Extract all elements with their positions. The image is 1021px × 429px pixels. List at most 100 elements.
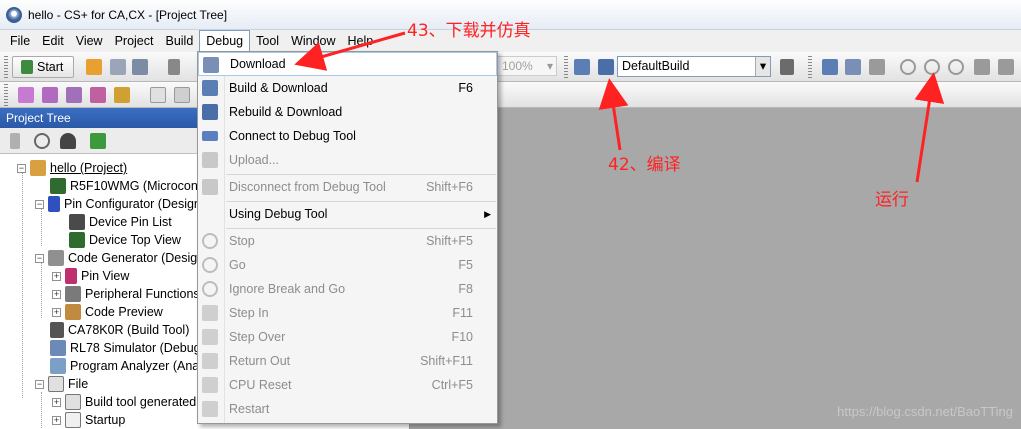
menu-file[interactable]: File [4,31,36,51]
tree-item-build-tool[interactable]: CA78K0R (Build Tool) [50,321,189,339]
toolbar-grip[interactable] [4,56,8,78]
menu-item-cpu-reset[interactable]: CPU Reset Ctrl+F5 [198,373,497,397]
menu-debug[interactable]: Debug [199,30,251,52]
menu-build[interactable]: Build [159,31,199,51]
menu-item-download[interactable]: Download [198,52,497,76]
menu-item-using-debug-tool[interactable]: Using Debug Tool ▶ [198,202,497,226]
open-icon[interactable] [86,59,102,75]
annotation-run: 运行 [875,190,909,210]
collapse-icon[interactable]: − [35,253,44,263]
tree-item-device-top-view[interactable]: Device Top View [69,231,181,249]
menu-item-step-over[interactable]: Step Over F10 [198,325,497,349]
stop-icon[interactable] [900,59,916,75]
menu-item-label: Return Out [229,354,291,368]
clock-icon[interactable] [34,133,50,149]
menu-project[interactable]: Project [109,31,160,51]
step-in-icon[interactable] [974,59,990,75]
design-tool-icon[interactable] [90,87,106,103]
menu-view[interactable]: View [70,31,109,51]
rebuild-project-icon[interactable] [598,59,614,75]
menu-item-shortcut: Shift+F6 [426,180,473,194]
build-tool-icon[interactable] [780,59,794,75]
save-all-icon[interactable] [132,59,148,75]
design-tool-icon[interactable] [42,87,58,103]
stop-icon [202,233,218,249]
menu-item-label: Step In [229,306,269,320]
rebuild-download-icon [202,104,218,120]
expand-icon[interactable]: + [52,271,61,281]
tree-line [22,170,23,398]
tree-item-peripheral-functions[interactable]: + Peripheral Functions [52,285,200,303]
expand-icon[interactable]: + [52,307,61,317]
menu-edit[interactable]: Edit [36,31,70,51]
menu-item-stop[interactable]: Stop Shift+F5 [198,229,497,253]
zoom-combo[interactable]: 100% [497,56,557,76]
build-download-icon[interactable] [822,59,838,75]
disconnect-icon [202,179,218,195]
tree-item-device-pin-list[interactable]: Device Pin List [69,213,172,231]
menu-item-connect-debug-tool[interactable]: Connect to Debug Tool [198,124,497,148]
go-icon [202,257,218,273]
design-tool-icon[interactable] [66,87,82,103]
cpu-reset-icon[interactable] [869,59,885,75]
comment-icon[interactable] [174,87,190,103]
menu-item-restart[interactable]: Restart [198,397,497,421]
tree-item-code-preview[interactable]: + Code Preview [52,303,163,321]
tree-item-project[interactable]: − hello (Project) [17,159,127,177]
toolbar-grip[interactable] [564,56,568,78]
tree-label: File [68,377,89,391]
menu-item-ignore-break-go[interactable]: Ignore Break and Go F8 [198,277,497,301]
collapse-icon[interactable]: − [17,163,26,173]
tree-label: Device Top View [89,233,181,247]
tree-line [41,260,42,318]
start-button[interactable]: Start [12,56,74,78]
menu-item-build-download[interactable]: Build & Download F6 [198,76,497,100]
cut-icon[interactable] [168,59,180,75]
menu-item-go[interactable]: Go F5 [198,253,497,277]
download-icon [203,57,219,73]
design-tool-icon[interactable] [114,87,130,103]
menu-item-label: Download [230,57,286,71]
menu-item-upload[interactable]: Upload... [198,148,497,172]
collapse-icon[interactable]: − [35,379,44,389]
tree-label: Code Preview [85,305,163,319]
ignore-break-go-icon[interactable] [948,59,964,75]
menu-tool[interactable]: Tool [250,31,285,51]
tree-item-startup[interactable]: + Startup [52,411,125,429]
expand-icon[interactable]: + [52,397,61,407]
design-tool-icon[interactable] [18,87,34,103]
menu-item-step-in[interactable]: Step In F11 [198,301,497,325]
menu-window[interactable]: Window [285,31,341,51]
menu-item-return-out[interactable]: Return Out Shift+F11 [198,349,497,373]
build-config-combo[interactable]: DefaultBuild [617,56,771,77]
menu-item-label: Using Debug Tool [229,207,328,221]
save-icon[interactable] [110,59,126,75]
expand-icon[interactable]: + [52,289,61,299]
step-over-icon[interactable] [998,59,1014,75]
sort-icon[interactable] [10,133,20,149]
menu-item-shortcut: F10 [451,330,473,344]
tree-item-pin-view[interactable]: + Pin View [52,267,129,285]
user-icon[interactable] [60,133,76,149]
window-icon[interactable] [150,87,166,103]
menu-item-disconnect-debug-tool[interactable]: Disconnect from Debug Tool Shift+F6 [198,175,497,199]
collapse-icon[interactable]: − [35,199,44,209]
refresh-icon[interactable] [90,133,106,149]
secondary-toolbar-extension [500,82,1021,108]
menu-item-shortcut: Shift+F11 [420,354,473,368]
download-icon[interactable] [845,59,861,75]
build-project-icon[interactable] [574,59,590,75]
menu-item-label: Stop [229,234,255,248]
pin-view-icon [65,268,77,284]
go-icon[interactable] [924,59,940,75]
tree-label: Peripheral Functions [85,287,200,301]
menu-help[interactable]: Help [342,31,380,51]
toolbar-grip[interactable] [808,56,812,78]
expand-icon[interactable]: + [52,415,61,425]
debug-tool-icon [50,340,66,356]
step-over-icon [202,329,218,345]
tree-item-file[interactable]: − File [35,375,88,393]
menu-item-rebuild-download[interactable]: Rebuild & Download [198,100,497,124]
toolbar-grip[interactable] [4,84,8,106]
menu-item-label: Step Over [229,330,286,344]
